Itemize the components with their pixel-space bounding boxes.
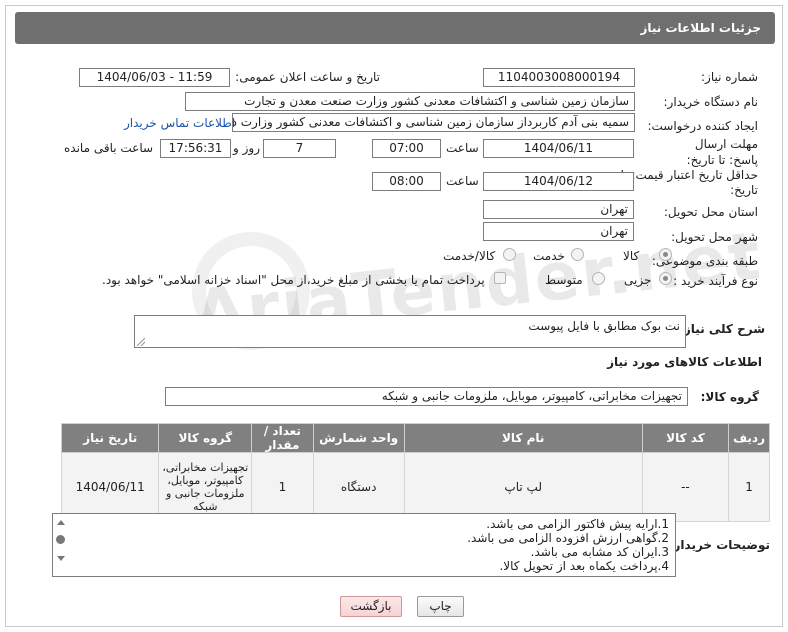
buyer-org-label: نام دستگاه خریدار: <box>663 95 759 109</box>
process-radio-minor[interactable] <box>659 272 672 285</box>
scroll-down-icon[interactable] <box>57 556 65 561</box>
description-label: شرح کلی نیاز: <box>679 322 765 336</box>
process-type-label: نوع فرآیند خرید : <box>673 274 758 288</box>
goods-group-field: تجهیزات مخابراتی، کامپیوتر، موبایل، ملزو… <box>165 387 688 406</box>
announce-date-label: تاریخ و ساعت اعلان عمومی: <box>235 70 380 84</box>
process-option-minor: جزیی <box>624 273 652 287</box>
buyer-notes-field: 1.ارایه پیش فاکتور الزامی می باشد. 2.گوا… <box>52 513 676 577</box>
table-row: 1 -- لپ تاپ دستگاه 1 تجهیزات مخابراتی، ک… <box>60 452 770 522</box>
category-option-service: خدمت <box>533 249 565 263</box>
requester-label: ایجاد کننده درخواست: <box>647 119 758 133</box>
deadline-label: مهلت ارسال پاسخ: تا تاریخ: <box>686 137 758 167</box>
col-row: ردیف <box>728 423 770 453</box>
description-text: نت بوک مطابق با فایل پیوست <box>528 319 680 333</box>
description-field: نت بوک مطابق با فایل پیوست <box>134 315 686 348</box>
resize-grip-icon[interactable] <box>137 338 145 346</box>
announce-date-field: 1404/06/03 - 11:59 <box>79 68 230 87</box>
requester-field: سمیه بنی آدم کاربرداز سازمان زمین شناسی … <box>232 113 635 132</box>
days-remaining-field: 7 <box>263 139 336 158</box>
city-field: تهران <box>483 222 634 241</box>
province-label: استان محل تحویل: <box>663 205 758 219</box>
remaining-time-label: ساعت باقی مانده <box>64 141 154 155</box>
col-name: نام کالا <box>403 423 643 453</box>
process-option-medium: متوسط <box>545 273 583 287</box>
cell-date: 1404/06/11 <box>60 452 160 522</box>
cell-qty: 1 <box>251 452 314 522</box>
deadline-time-field: 07:00 <box>372 139 441 158</box>
remaining-time-field: 17:56:31 <box>160 139 231 158</box>
buyer-note-line: 4.پرداخت یکماه بعد از تحویل کالا. <box>499 559 669 573</box>
goods-table: ردیف کد کالا نام کالا واحد شمارش تعداد /… <box>60 423 770 522</box>
print-button[interactable]: چاپ <box>417 596 464 617</box>
category-option-goods: کالا <box>623 249 640 263</box>
cell-code: -- <box>641 452 730 522</box>
payment-note: پرداخت تمام یا بخشی از مبلغ خرید،از محل … <box>102 273 485 287</box>
back-button[interactable]: بازگشت <box>340 596 402 617</box>
col-code: کد کالا <box>641 423 730 453</box>
buyer-note-line: 2.گواهی ارزش افزوده الزامی می باشد. <box>467 531 669 545</box>
buyer-notes-label: توضیحات خریدار: <box>668 538 770 552</box>
cell-row: 1 <box>728 452 770 522</box>
buyer-note-line: 1.ارایه پیش فاکتور الزامی می باشد. <box>486 517 669 531</box>
cell-unit: دستگاه <box>312 452 405 522</box>
col-unit: واحد شمارش <box>312 423 405 453</box>
buyer-note-line: 3.ایران کد مشابه می باشد. <box>530 545 669 559</box>
validity-date-field: 1404/06/12 <box>483 172 634 191</box>
goods-group-label: گروه کالا: <box>700 390 759 404</box>
category-radio-goods-service[interactable] <box>503 248 516 261</box>
need-number-label: شماره نیاز: <box>701 70 758 84</box>
validity-time-field: 08:00 <box>372 172 441 191</box>
process-radio-medium[interactable] <box>592 272 605 285</box>
deadline-time-label: ساعت <box>446 141 479 155</box>
page-title: جزئیات اطلاعات نیاز <box>15 12 775 44</box>
days-label: روز و <box>233 141 260 155</box>
province-field: تهران <box>483 200 634 219</box>
deadline-date-field: 1404/06/11 <box>483 139 634 158</box>
col-group: گروه کالا <box>158 423 253 453</box>
buyer-org-field: سازمان زمین شناسی و اکتشافات معدنی کشور … <box>185 92 635 111</box>
category-radio-goods[interactable] <box>659 248 672 261</box>
buyer-contact-link[interactable]: اطلاعات تماس خریدار <box>124 116 235 130</box>
notes-scrollbar[interactable] <box>53 514 68 576</box>
goods-table-header: ردیف کد کالا نام کالا واحد شمارش تعداد /… <box>60 423 770 453</box>
city-label: شهر محل تحویل: <box>671 230 758 244</box>
scroll-thumb[interactable] <box>56 535 65 544</box>
need-number-field: 1104003008000194 <box>483 68 635 87</box>
goods-section-title: اطلاعات کالاهای مورد نیاز <box>607 355 762 369</box>
scroll-up-icon[interactable] <box>57 520 65 525</box>
validity-time-label: ساعت <box>446 174 479 188</box>
cell-name: لپ تاپ <box>403 452 643 522</box>
category-option-goods-service: کالا/خدمت <box>443 249 496 263</box>
validity-label: حداقل تاریخ اعتبار قیمت: تا تاریخ: <box>620 168 758 197</box>
col-date: تاریخ نیاز <box>60 423 160 453</box>
treasury-payment-checkbox[interactable] <box>494 272 506 284</box>
category-radio-service[interactable] <box>571 248 584 261</box>
col-qty: تعداد / مقدار <box>251 423 314 453</box>
cell-group: تجهیزات مخابراتی، کامپیوتر، موبایل، ملزو… <box>158 452 253 522</box>
